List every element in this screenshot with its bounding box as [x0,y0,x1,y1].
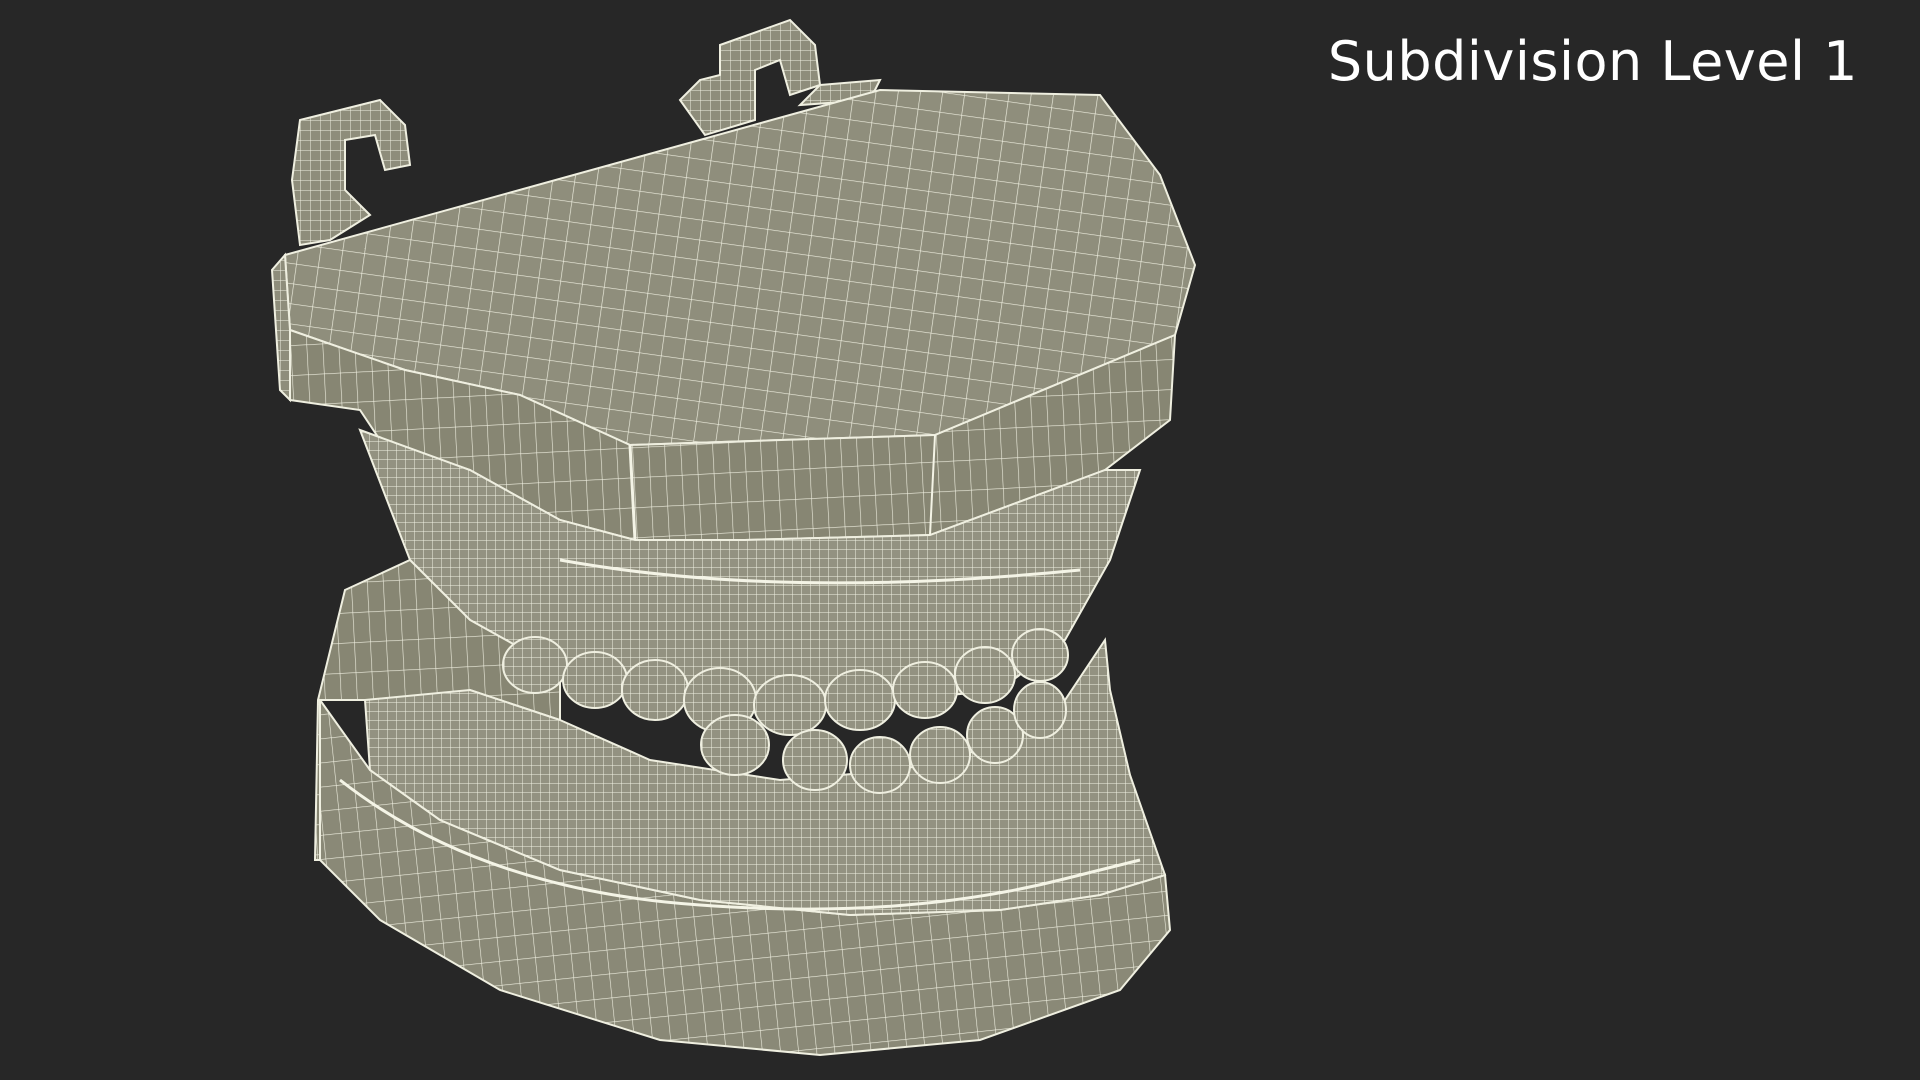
subdivision-level-label: Subdivision Level 1 [1327,30,1858,93]
render-viewport: Subdivision Level 1 [0,0,1920,1080]
dental-model-render [270,18,1197,1057]
hinge-clip-left [290,98,412,247]
